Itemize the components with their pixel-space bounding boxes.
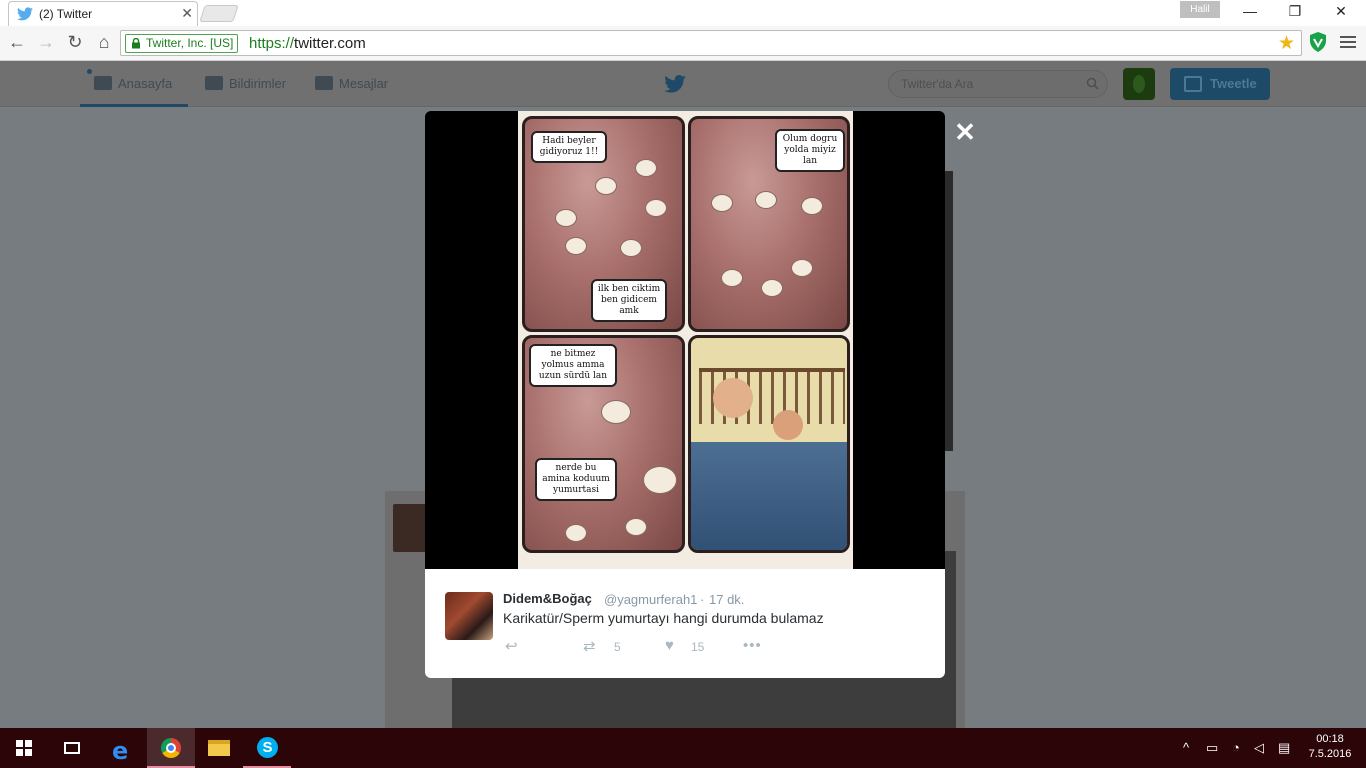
more-icon[interactable]: ••• [743,637,762,654]
twitter-bird-icon [17,7,33,21]
author-handle[interactable]: @yagmurferah1 [604,592,697,607]
tab-close-icon[interactable]: ✕ [181,5,193,22]
comic-panel-1: Hadi beyler gidiyoruz 1!! ilk ben ciktim… [522,116,685,332]
home-icon [94,76,112,90]
task-view-icon[interactable] [48,728,96,768]
clock-date: 7.5.2016 [1308,748,1352,760]
reply-icon[interactable]: ↩ [505,637,518,655]
twitter-logo-icon[interactable] [664,75,686,93]
tweet-compose-button[interactable]: Tweetle [1170,68,1270,100]
nav-notifications-label: Bildirimler [229,76,287,91]
comic-panel-4 [688,335,850,553]
tweet-text: Karikatür/Sperm yumurtayı hangi durumda … [503,610,824,626]
url-text[interactable]: https://twitter.com [249,35,366,52]
speech-bubble: Olum dogru yolda miyiz lan [775,129,845,172]
author-avatar[interactable] [445,592,493,640]
restore-icon[interactable]: ❐ [1280,3,1310,20]
start-button[interactable] [0,728,48,768]
back-icon[interactable]: ← [6,32,28,53]
tweet-timestamp[interactable]: 17 dk. [709,592,744,607]
nav-messages[interactable]: Mesajlar [315,61,388,107]
profile-badge[interactable]: Halil [1180,1,1220,18]
speech-bubble: ne bitmez yolmus amma uzun sürdü lan [529,344,617,387]
comic-panel-2: Olum dogru yolda miyiz lan [688,116,850,332]
tab-title: (2) Twitter [39,7,93,21]
ev-label: Twitter, Inc. [US] [146,36,234,50]
shield-extension-icon[interactable] [1308,31,1328,53]
speech-bubble: nerde bu amina koduum yumurtasi [535,458,617,501]
comic-image[interactable]: Hadi beyler gidiyoruz 1!! ilk ben ciktim… [518,111,853,569]
home-icon[interactable]: ⌂ [93,32,115,53]
system-clock[interactable]: 00:18 7.5.2016 [1300,732,1360,762]
file-explorer-icon[interactable] [195,728,243,768]
comic-panel-3: ne bitmez yolmus amma uzun sürdü lan ner… [522,335,685,553]
url-scheme: https:// [249,35,295,52]
browser-tabstrip: (2) Twitter ✕ Halil — ❐ ✕ [0,0,1366,26]
reload-icon[interactable]: ↻ [64,32,86,53]
twitter-topbar: Anasayfa Bildirimler Mesajlar Twitter'da… [0,61,1366,107]
speech-bubble: Hadi beyler gidiyoruz 1!! [531,131,607,163]
clock-time: 00:18 [1316,733,1344,745]
volume-icon[interactable]: ◁ [1254,740,1264,756]
close-window-icon[interactable]: ✕ [1326,3,1356,20]
ev-certificate-badge[interactable]: Twitter, Inc. [US] [125,34,239,53]
wifi-icon[interactable]: ◔ [1232,740,1240,755]
nav-notifications[interactable]: Bildirimler [205,61,286,107]
envelope-icon [315,76,333,90]
retweet-icon[interactable]: ⇄ [583,637,596,655]
like-count: 15 [691,640,705,654]
tweet-button-label: Tweetle [1210,76,1257,91]
compose-icon [1184,76,1202,92]
nav-home[interactable]: Anasayfa [80,61,188,107]
user-avatar[interactable] [1123,68,1155,100]
edge-icon[interactable]: e [99,728,147,768]
battery-icon[interactable]: ▭ [1206,740,1218,756]
browser-toolbar: ← → ↻ ⌂ Twitter, Inc. [US] https://twitt… [0,26,1366,61]
bell-icon [205,76,223,90]
new-tab-button[interactable] [199,5,239,22]
timeline-image-edge [945,171,953,451]
skype-icon[interactable]: S [243,728,291,768]
url-host: twitter.com [294,35,366,52]
search-placeholder: Twitter'da Ara [901,77,974,91]
tray-overflow-icon[interactable]: ^ [1183,740,1189,755]
windows-taskbar: e S ^ ▭ ◔ ◁ ▤ 00:18 7.5.2016 [0,728,1366,768]
tab-twitter[interactable]: (2) Twitter ✕ [8,1,198,26]
nav-messages-label: Mesajlar [339,76,389,91]
nav-home-label: Anasayfa [118,76,173,91]
timeline-avatar [393,504,426,552]
twitter-search-input[interactable]: Twitter'da Ara [888,70,1108,98]
like-icon[interactable]: ♥ [665,637,674,654]
action-center-icon[interactable]: ▤ [1278,740,1290,756]
close-modal-icon[interactable]: ✕ [952,119,978,145]
tweet-card: Didem&Boğaç @yagmurferah1 · 17 dk. Karik… [425,569,945,678]
search-icon[interactable] [1086,77,1099,90]
author-name[interactable]: Didem&Boğaç [503,591,592,606]
meta-separator: · [700,592,705,607]
chrome-icon[interactable] [147,728,195,768]
retweet-count: 5 [614,640,621,654]
address-bar[interactable]: Twitter, Inc. [US] https://twitter.com ★ [120,30,1302,56]
minimize-icon[interactable]: — [1235,3,1265,19]
speech-bubble: ilk ben ciktim ben gidicem amk [591,279,667,322]
forward-icon[interactable]: → [35,32,57,53]
lock-icon [132,38,140,49]
windows-logo-icon [16,740,32,756]
bookmark-star-icon[interactable]: ★ [1278,32,1295,55]
browser-menu-icon[interactable] [1340,33,1356,49]
